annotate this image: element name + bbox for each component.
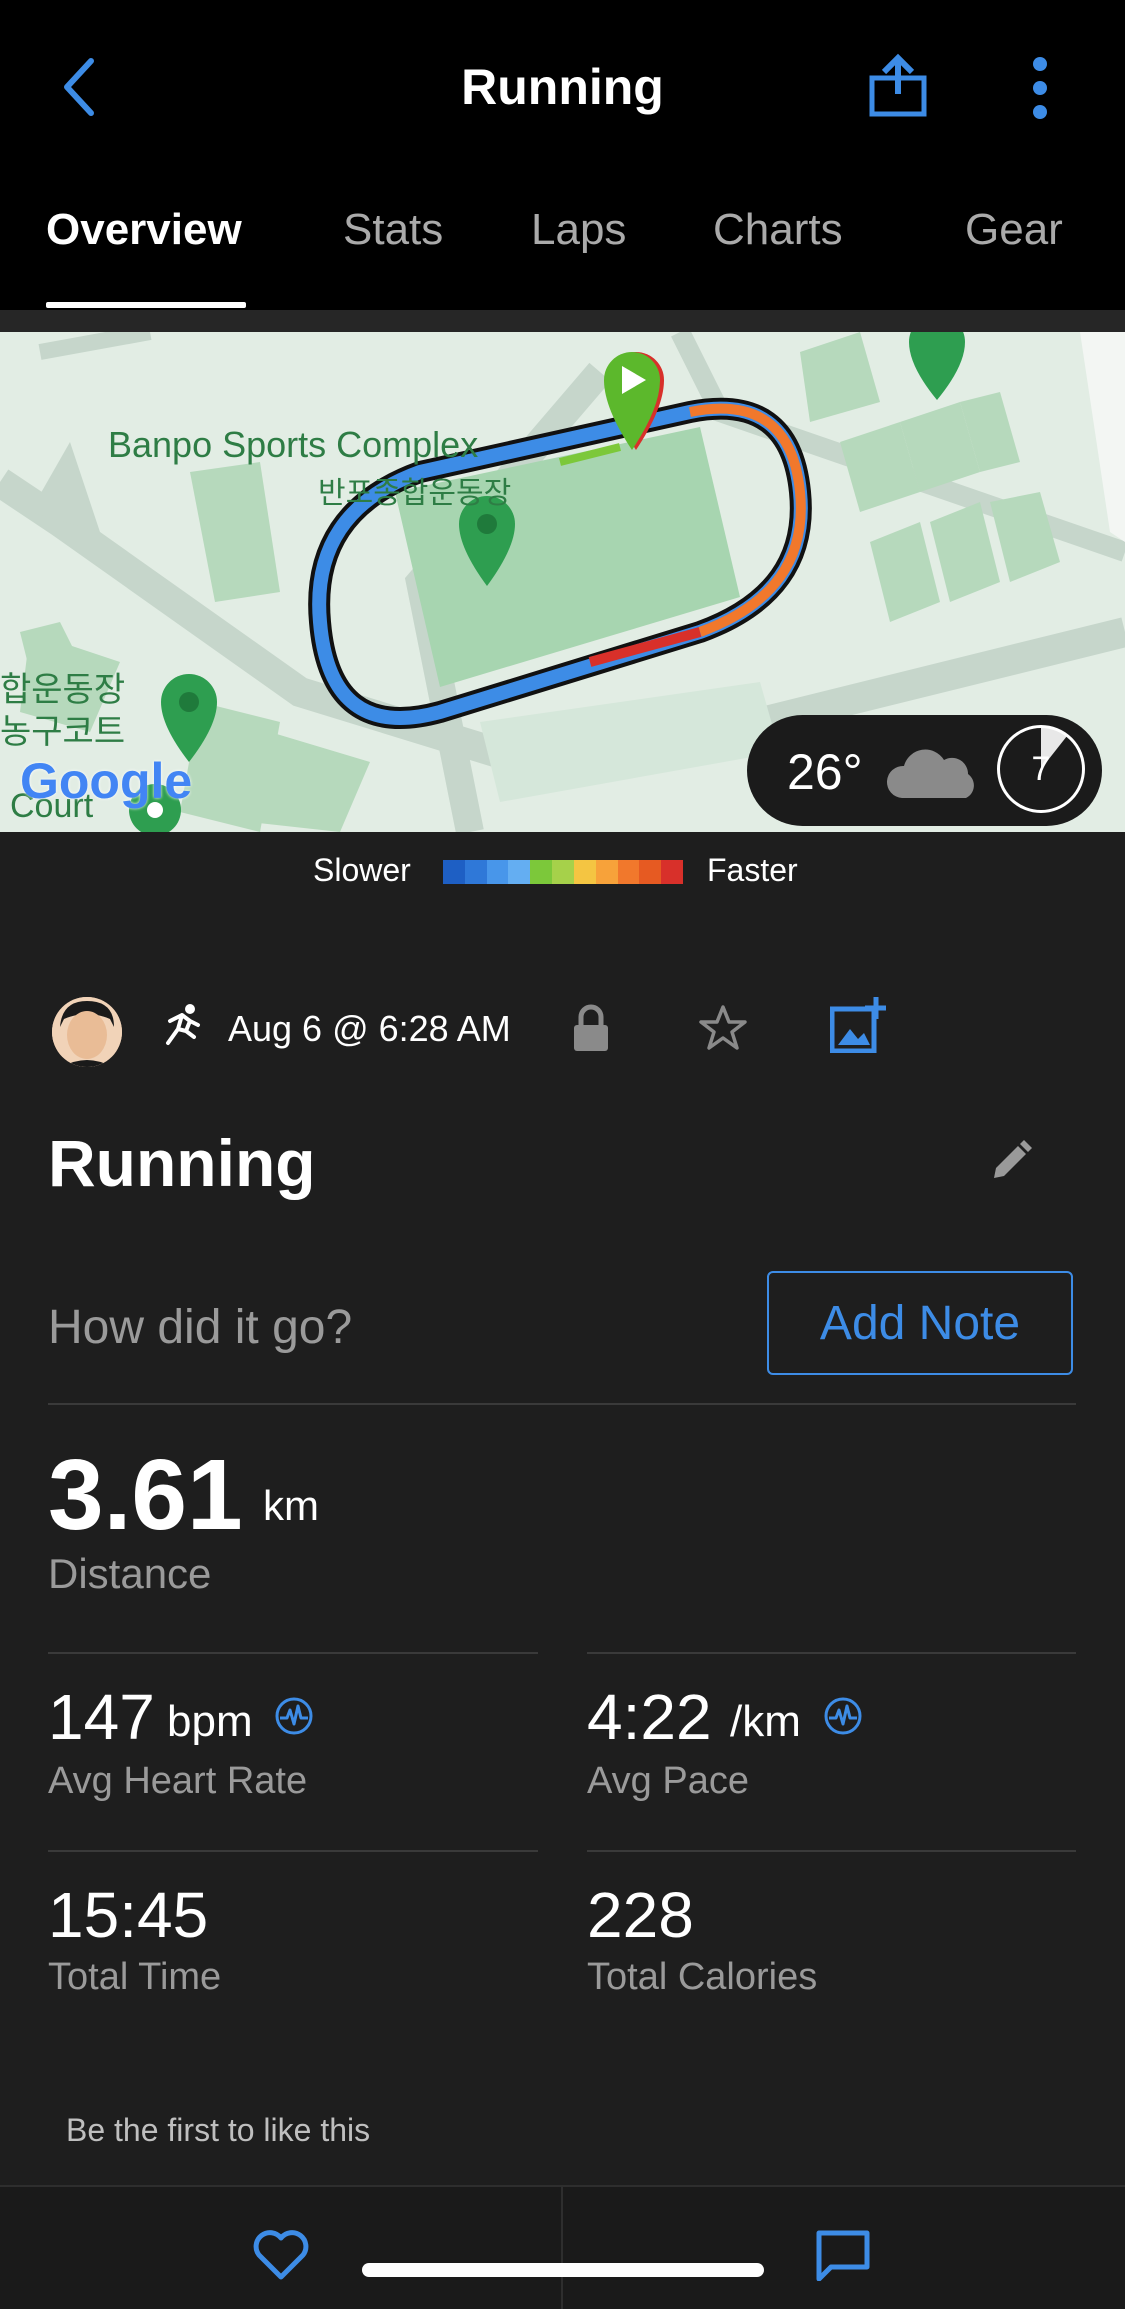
star-icon[interactable] xyxy=(698,1003,748,1053)
active-tab-indicator xyxy=(46,302,246,308)
running-icon xyxy=(166,1004,200,1045)
divider xyxy=(48,1403,1076,1405)
divider xyxy=(48,1652,538,1654)
legend-color-segment xyxy=(595,860,618,884)
legend-color-segment xyxy=(530,860,553,884)
distance-unit: km xyxy=(263,1482,319,1529)
activity-meta-row: Aug 6 @ 6:28 AM xyxy=(0,995,1125,1067)
distance-label: Distance xyxy=(48,1550,212,1597)
activity-date: Aug 6 @ 6:28 AM xyxy=(228,1008,511,1049)
legend-faster-label: Faster xyxy=(707,852,798,888)
avg-heart-rate-value: 147 xyxy=(48,1681,155,1753)
legend-slower-label: Slower xyxy=(313,852,411,888)
map-place-label-en: Banpo Sports Complex xyxy=(108,424,479,465)
divider xyxy=(587,1850,1076,1852)
weather-temperature: 26° xyxy=(787,744,863,800)
avg-heart-rate-label: Avg Heart Rate xyxy=(48,1760,308,1802)
heart-rate-sensor-icon[interactable] xyxy=(274,1696,314,1736)
avatar[interactable] xyxy=(52,997,122,1067)
lock-icon[interactable] xyxy=(572,1003,610,1053)
edit-pencil-icon[interactable] xyxy=(990,1140,1032,1182)
like-heart-icon[interactable] xyxy=(252,2229,310,2281)
cloud-icon xyxy=(886,749,974,798)
map-left-label-2: 농구코트 xyxy=(0,713,126,751)
likes-text: Be the first to like this xyxy=(66,2112,371,2148)
divider xyxy=(48,1850,538,1852)
tab-charts[interactable]: Charts xyxy=(713,205,843,255)
legend-color-segment xyxy=(661,860,683,884)
more-options-icon[interactable] xyxy=(1028,56,1052,120)
add-photo-icon[interactable] xyxy=(830,997,886,1053)
header-separator xyxy=(0,310,1125,332)
avg-pace-label: Avg Pace xyxy=(587,1760,749,1802)
avg-pace-unit: /km xyxy=(730,1697,801,1746)
map-place-label-kr: 반포종합운동장 xyxy=(318,477,512,510)
distance-value: 3.61 xyxy=(48,1439,243,1551)
home-indicator xyxy=(362,2263,764,2277)
bottom-bar-separator xyxy=(561,2187,563,2309)
tab-laps[interactable]: Laps xyxy=(531,205,626,255)
legend-color-segment xyxy=(508,860,531,884)
activity-name: Running xyxy=(48,1126,316,1200)
legend-color-segment xyxy=(464,860,487,884)
legend-color-segment xyxy=(617,860,640,884)
app-header: Running Overview Stats Laps Charts Gear xyxy=(0,0,1125,310)
total-calories-label: Total Calories xyxy=(587,1956,818,1998)
weather-badge[interactable]: 26° 7 xyxy=(747,715,1102,826)
bottom-action-bar xyxy=(0,2185,1125,2309)
avg-pace-value: 4:22 xyxy=(587,1681,712,1753)
google-attribution: Google xyxy=(20,753,193,809)
total-time-value: 15:45 xyxy=(48,1879,209,1951)
tab-stats[interactable]: Stats xyxy=(343,205,443,255)
note-prompt: How did it go? xyxy=(48,1301,353,1354)
legend-color-bar xyxy=(443,860,683,884)
add-note-button[interactable]: Add Note xyxy=(767,1271,1073,1375)
legend-color-segment xyxy=(573,860,596,884)
legend-color-segment xyxy=(443,860,465,884)
legend-color-segment xyxy=(486,860,509,884)
tab-overview[interactable]: Overview xyxy=(46,205,242,255)
total-calories-value: 228 xyxy=(587,1879,694,1951)
divider xyxy=(587,1652,1076,1654)
timer-dial-value: 7 xyxy=(1031,750,1051,788)
page-title: Running xyxy=(461,59,664,115)
avatar-face-icon xyxy=(52,997,122,1067)
pace-legend: Slower Faster xyxy=(0,848,1125,892)
route-map[interactable]: Banpo Sports Complex 반포종합운동장 합운동장 농구코트 C… xyxy=(0,332,1125,832)
legend-color-segment xyxy=(639,860,662,884)
total-time-label: Total Time xyxy=(48,1956,222,1998)
share-icon[interactable] xyxy=(868,52,928,118)
tab-gear[interactable]: Gear xyxy=(965,205,1063,255)
avg-heart-rate-unit: bpm xyxy=(167,1697,253,1746)
timer-dial: 7 xyxy=(997,725,1085,813)
comment-icon[interactable] xyxy=(815,2229,871,2281)
pace-sensor-icon[interactable] xyxy=(823,1696,863,1736)
legend-color-segment xyxy=(552,860,574,884)
